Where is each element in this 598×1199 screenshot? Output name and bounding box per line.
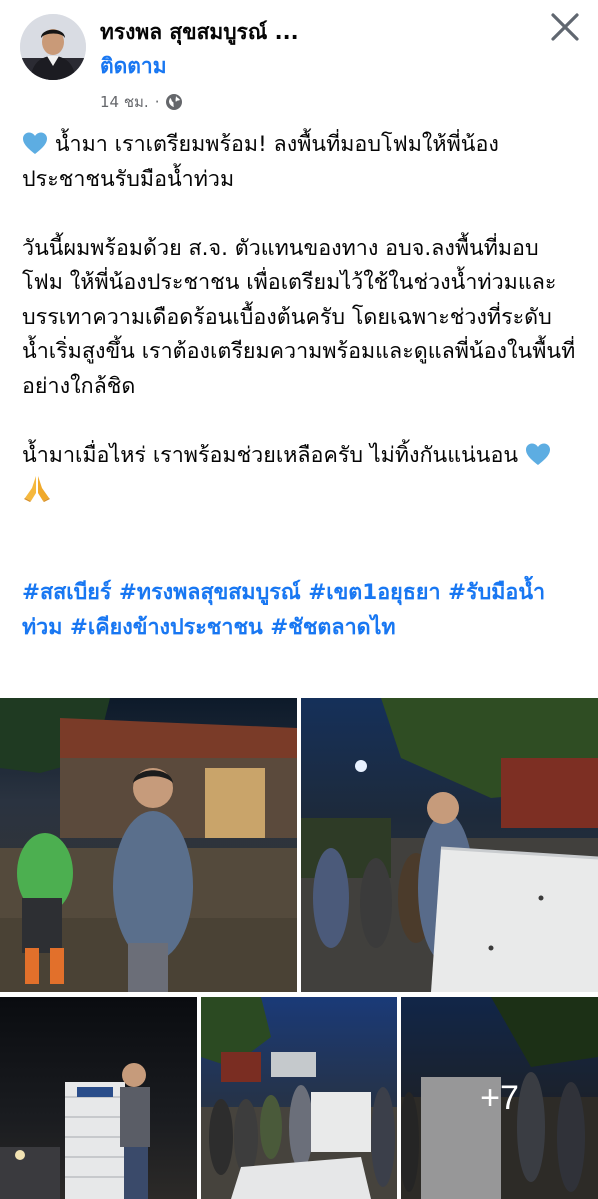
post-body: น้ำมา เราเตรียมพร้อม! ลงพื้นที่มอบโฟมให้… <box>22 128 578 542</box>
post-photo[interactable] <box>0 997 197 1199</box>
more-photos-overlay[interactable]: +7 <box>401 997 598 1199</box>
post-photo[interactable] <box>0 698 297 992</box>
post-photo[interactable] <box>301 698 598 992</box>
hashtag-link[interactable]: #เคียงข้างประชาชน <box>70 615 263 640</box>
hashtag-link[interactable]: #เขต1อยุธยา <box>308 580 440 605</box>
folded-hands-icon <box>24 476 50 502</box>
globe-icon <box>166 94 183 110</box>
paragraph-3: น้ำมาเมื่อไหร่ เราพร้อมช่วยเหลือครับ ไม่… <box>22 439 578 508</box>
follow-button[interactable]: ติดตาม <box>100 50 167 83</box>
post-time[interactable]: 14 ชม. <box>100 90 149 114</box>
hashtag-link[interactable]: #สสเบียร์ <box>22 580 111 605</box>
blue-heart-icon <box>525 443 550 465</box>
meta-separator: · <box>154 93 160 111</box>
post-photo[interactable] <box>201 997 397 1199</box>
author-avatar[interactable] <box>20 14 86 80</box>
close-icon[interactable] <box>548 10 582 44</box>
paragraph-2: วันนี้ผมพร้อมด้วย ส.จ. ตัวแทนของทาง อบจ.… <box>22 235 576 399</box>
post-header: ทรงพล สุขสมบูรณ์ ... ติดตาม 14 ชม. · <box>0 0 598 120</box>
author-name[interactable]: ทรงพล สุขสมบูรณ์ ... <box>100 16 299 49</box>
blue-heart-icon <box>23 132 47 154</box>
hashtag-link[interactable]: #ชัชตลาดไท <box>270 615 395 640</box>
post-photo[interactable]: +7 <box>401 997 598 1199</box>
post-meta: 14 ชม. · <box>100 90 183 114</box>
hashtag-list: #สสเบียร์ #ทรงพลสุขสมบูรณ์ #เขต1อยุธยา #… <box>22 575 578 645</box>
more-photos-count: +7 <box>480 1078 519 1117</box>
paragraph-1: น้ำมา เราเตรียมพร้อม! ลงพื้นที่มอบโฟมให้… <box>22 132 499 192</box>
hashtag-link[interactable]: #ทรงพลสุขสมบูรณ์ <box>119 580 301 605</box>
